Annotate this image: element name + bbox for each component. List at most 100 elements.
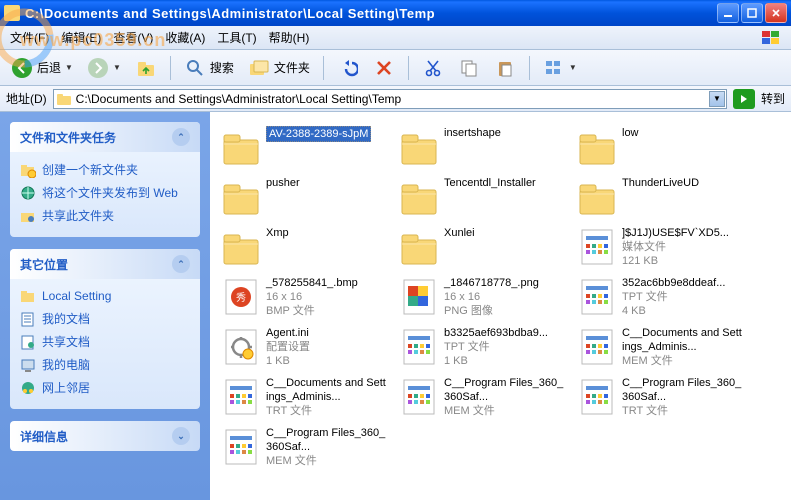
file-item[interactable]: low [570, 122, 748, 172]
menu-file[interactable]: 文件(F) [4, 26, 55, 49]
task-label: 创建一个新文件夹 [42, 161, 138, 178]
place-link-4[interactable]: 网上邻居 [20, 376, 190, 399]
place-link-0[interactable]: Local Setting [20, 285, 190, 307]
file-item[interactable]: C__Program Files_360_360Saf... MEM 文件 [214, 422, 392, 472]
file-item[interactable]: Tencentdl_Installer [392, 172, 570, 222]
folders-icon [248, 57, 270, 79]
menu-help[interactable]: 帮助(H) [263, 26, 316, 49]
window-folder-icon [4, 5, 20, 21]
file-name: Tencentdl_Installer [444, 176, 564, 190]
up-button[interactable] [130, 54, 162, 82]
file-name: Xunlei [444, 226, 564, 240]
separator [408, 56, 409, 80]
panel-header[interactable]: 详细信息 ⌄ [10, 421, 200, 451]
close-button[interactable] [765, 3, 787, 23]
file-item[interactable]: 352ac6bb9e8ddeaf... TPT 文件4 KB [570, 272, 748, 322]
mem-icon [398, 376, 440, 418]
copy-icon [458, 57, 480, 79]
cut-button[interactable] [417, 54, 449, 82]
paste-icon [494, 57, 516, 79]
file-name: _578255841_.bmp [266, 276, 386, 290]
file-name: ]$J1J)USE$FV`XD5... [622, 226, 742, 240]
panel-header[interactable]: 其它位置 ⌃ [10, 249, 200, 279]
toolbar: 后退 ▼ ▼ 搜索 文件夹 ▼ [0, 50, 791, 86]
file-meta: 媒体文件 [622, 240, 742, 254]
separator [170, 56, 171, 80]
dropdown-icon: ▼ [569, 63, 577, 72]
task-link-2[interactable]: 共享此文件夹 [20, 204, 190, 227]
folder-icon [398, 226, 440, 268]
file-name: pusher [266, 176, 386, 190]
file-item[interactable]: C__Program Files_360_360Saf... MEM 文件 [392, 372, 570, 422]
folder-icon [56, 91, 72, 110]
file-name: low [622, 126, 742, 140]
windows-logo-icon [753, 26, 789, 50]
go-button[interactable] [733, 89, 755, 109]
menu-view[interactable]: 查看(V) [107, 26, 159, 49]
panel-header[interactable]: 文件和文件夹任务 ⌃ [10, 122, 200, 152]
folders-button[interactable]: 文件夹 [243, 54, 315, 82]
mem-icon [576, 326, 618, 368]
file-meta: 1 KB [266, 354, 386, 368]
file-item[interactable]: C__Documents and Settings_Adminis... MEM… [570, 322, 748, 372]
folders-label: 文件夹 [274, 59, 310, 76]
file-name: _1846718778_.png [444, 276, 564, 290]
address-label: 地址(D) [6, 90, 47, 107]
file-item[interactable]: ThunderLiveUD [570, 172, 748, 222]
views-button[interactable]: ▼ [538, 54, 582, 82]
menu-tools[interactable]: 工具(T) [211, 26, 262, 49]
file-meta: TPT 文件 [622, 290, 742, 304]
file-item[interactable]: pusher [214, 172, 392, 222]
folder-icon [398, 176, 440, 218]
delete-button[interactable] [368, 54, 400, 82]
panel-title: 详细信息 [20, 428, 68, 445]
place-link-3[interactable]: 我的电脑 [20, 353, 190, 376]
file-item[interactable]: _1846718778_.png 16 x 16PNG 图像 [392, 272, 570, 322]
file-item[interactable]: Xmp [214, 222, 392, 272]
copy-button[interactable] [453, 54, 485, 82]
separator [529, 56, 530, 80]
folder-icon [398, 126, 440, 168]
file-meta: 16 x 16 [444, 290, 564, 304]
file-meta: MEM 文件 [266, 454, 386, 468]
file-meta: 121 KB [622, 254, 742, 268]
file-item[interactable]: C__Program Files_360_360Saf... TRT 文件 [570, 372, 748, 422]
file-meta: 4 KB [622, 304, 742, 318]
file-item[interactable]: 秀 _578255841_.bmp 16 x 16BMP 文件 [214, 272, 392, 322]
file-item[interactable]: AV-2388-2389-sJpM [214, 122, 392, 172]
maximize-button[interactable] [741, 3, 763, 23]
menu-edit[interactable]: 编辑(E) [55, 26, 107, 49]
file-item[interactable]: Agent.ini 配置设置1 KB [214, 322, 392, 372]
minimize-button[interactable] [717, 3, 739, 23]
place-label: 共享文档 [42, 333, 90, 350]
forward-icon [87, 57, 109, 79]
paste-button[interactable] [489, 54, 521, 82]
folder-icon [220, 226, 262, 268]
file-list[interactable]: AV-2388-2389-sJpM insertshape low pusher [210, 112, 791, 500]
mem-icon [220, 426, 262, 468]
task-label: 共享此文件夹 [42, 207, 114, 224]
search-icon [184, 57, 206, 79]
file-item[interactable]: Xunlei [392, 222, 570, 272]
svg-text:秀: 秀 [236, 292, 246, 304]
file-item[interactable]: insertshape [392, 122, 570, 172]
place-link-1[interactable]: 我的文档 [20, 307, 190, 330]
address-dropdown[interactable]: ▼ [709, 91, 725, 107]
cut-icon [422, 57, 444, 79]
place-link-2[interactable]: 共享文档 [20, 330, 190, 353]
forward-button[interactable]: ▼ [82, 54, 126, 82]
file-item[interactable]: b3325aef693bdba9... TPT 文件1 KB [392, 322, 570, 372]
search-button[interactable]: 搜索 [179, 54, 239, 82]
file-item[interactable]: C__Documents and Settings_Adminis... TRT… [214, 372, 392, 422]
file-item[interactable]: ]$J1J)USE$FV`XD5... 媒体文件121 KB [570, 222, 748, 272]
undo-button[interactable] [332, 54, 364, 82]
task-link-0[interactable]: 创建一个新文件夹 [20, 158, 190, 181]
bmp-icon: 秀 [220, 276, 262, 318]
file-meta: 1 KB [444, 354, 564, 368]
undo-icon [337, 57, 359, 79]
address-input[interactable] [53, 89, 727, 109]
task-link-1[interactable]: 将这个文件夹发布到 Web [20, 181, 190, 204]
generic-icon [398, 326, 440, 368]
back-button[interactable]: 后退 ▼ [6, 54, 78, 82]
menu-favorites[interactable]: 收藏(A) [159, 26, 211, 49]
